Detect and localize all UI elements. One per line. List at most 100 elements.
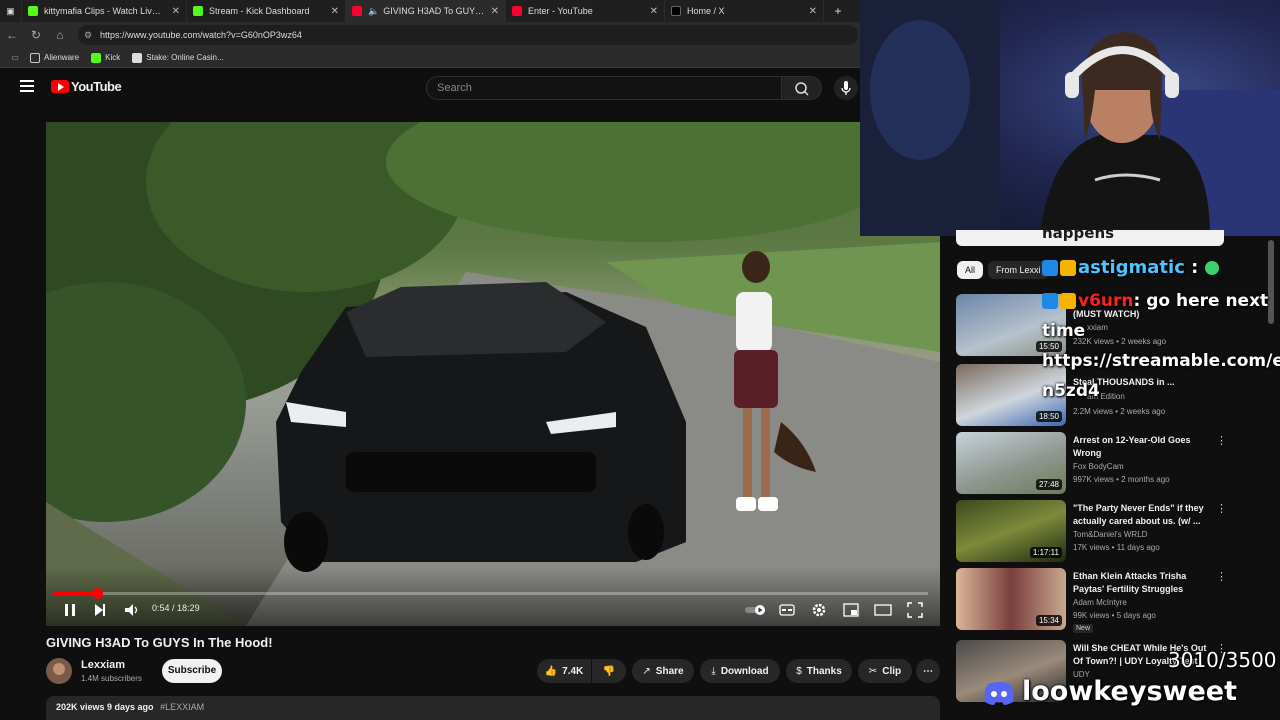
chat-message: astigmatic :: [1042, 257, 1219, 278]
recommendation-item[interactable]: 1:17:11 "The Party Never Ends" if they a…: [956, 500, 1256, 562]
recommendation-item[interactable]: 18:50 Steal THOUSANDS in ... am Edition …: [956, 364, 1256, 426]
recommendation-item[interactable]: 15:34 Ethan Klein Attacks Trisha Paytas'…: [956, 568, 1256, 633]
youtube-favicon-icon: [352, 6, 362, 16]
microphone-icon: [841, 81, 851, 95]
share-button[interactable]: ↗ Share: [632, 659, 694, 683]
moderator-badge-icon: [1042, 293, 1058, 309]
controls-gradient: [46, 566, 940, 626]
tab-enter-youtube[interactable]: Enter - YouTube ✕: [506, 0, 665, 22]
scissors-icon: ✂: [868, 665, 878, 677]
back-icon[interactable]: ←: [0, 28, 24, 42]
next-video-button[interactable]: [90, 600, 110, 620]
close-tab-icon[interactable]: ✕: [491, 6, 499, 17]
close-tab-icon[interactable]: ✕: [331, 6, 339, 17]
download-button[interactable]: ⤓ Download: [700, 659, 780, 683]
close-tab-icon[interactable]: ✕: [172, 6, 180, 17]
speaker-icon[interactable]: 🔈: [368, 6, 379, 17]
tab-home-x[interactable]: Home / X ✕: [665, 0, 824, 22]
youtube-logo-icon[interactable]: [51, 80, 69, 93]
tab-kick-dashboard[interactable]: Stream - Kick Dashboard ✕: [187, 0, 346, 22]
bookmark-stake[interactable]: Stake: Online Casin...: [132, 52, 224, 63]
more-actions-button[interactable]: ⋯: [916, 659, 940, 683]
pause-button[interactable]: [60, 600, 80, 620]
volume-button[interactable]: [122, 600, 142, 620]
video-player[interactable]: 0:54 / 18:29: [46, 122, 940, 626]
thanks-button[interactable]: $ Thanks: [786, 659, 852, 683]
more-vertical-icon[interactable]: ⋮: [1216, 570, 1227, 583]
video-thumbnail[interactable]: 15:34: [956, 568, 1066, 630]
close-tab-icon[interactable]: ✕: [809, 6, 817, 17]
video-thumbnail[interactable]: 1:17:11: [956, 500, 1066, 562]
discord-icon: [982, 680, 1016, 706]
recommendation-item[interactable]: 27:48 Arrest on 12-Year-Old Goes Wrong F…: [956, 432, 1256, 494]
x-favicon-icon: [671, 6, 681, 16]
chat-link: https://streamable.com/e: [1042, 351, 1280, 371]
sidebar-toggle-icon[interactable]: ▭: [0, 53, 30, 62]
bookmark-kick[interactable]: Kick: [91, 52, 120, 63]
sub-goal-counter: 3010/3500: [1168, 648, 1277, 672]
reload-icon[interactable]: ↻: [24, 28, 48, 42]
stake-favicon-icon: [132, 52, 143, 63]
description-box[interactable]: 202K views 9 days ago #LEXXIAM: [46, 696, 940, 720]
kick-favicon-icon: [193, 6, 203, 16]
bookmark-alienware[interactable]: Alienware: [30, 52, 79, 63]
captions-button[interactable]: [777, 600, 797, 620]
youtube-logo-text[interactable]: YouTube: [71, 79, 122, 94]
bookmarks-bar: ▭ Alienware Kick Stake: Online Casin...: [0, 48, 860, 68]
dislike-button[interactable]: 👎: [592, 659, 626, 683]
theater-mode-button[interactable]: [873, 600, 893, 620]
thumbs-up-icon: 👍: [544, 665, 558, 677]
more-vertical-icon[interactable]: ⋮: [1216, 434, 1227, 447]
close-tab-icon[interactable]: ✕: [650, 6, 658, 17]
voice-search-button[interactable]: [834, 76, 858, 100]
skip-next-icon: [95, 604, 105, 616]
kick-favicon-icon: [28, 6, 38, 16]
sidebar-scrollbar[interactable]: [1268, 240, 1274, 324]
new-badge: New: [1073, 624, 1094, 633]
search-button[interactable]: [782, 76, 822, 100]
hamburger-menu-icon[interactable]: [20, 80, 34, 92]
like-button[interactable]: 👍 7.4K: [537, 659, 591, 683]
channel-name[interactable]: Lexxiam: [81, 659, 125, 671]
chat-colon: :: [1184, 257, 1205, 278]
progress-scrubber-handle[interactable]: [91, 588, 103, 599]
subscribe-button[interactable]: Subscribe: [162, 659, 222, 683]
captions-icon: [779, 604, 795, 616]
site-info-icon[interactable]: ⚙: [84, 25, 92, 45]
video-timecode: 0:54 / 18:29: [152, 603, 200, 613]
kick-favicon-icon: [91, 52, 102, 63]
chip-all[interactable]: All: [957, 261, 984, 279]
video-frame: [46, 122, 940, 626]
search-input[interactable]: Search: [426, 76, 782, 100]
subscriber-count: 1.4M subscribers: [81, 674, 142, 683]
tab-kick-clips[interactable]: kittymafia Clips - Watch Live on K ✕: [22, 0, 187, 22]
more-vertical-icon[interactable]: ⋮: [1216, 502, 1227, 515]
thumbs-down-icon: 👎: [602, 665, 616, 677]
url-field[interactable]: ⚙ https://www.youtube.com/watch?v=G60nOP…: [78, 25, 858, 45]
autoplay-toggle[interactable]: [744, 600, 768, 620]
browser-tab-bar: ▣ kittymafia Clips - Watch Live on K ✕ S…: [0, 0, 860, 22]
settings-button[interactable]: [809, 600, 829, 620]
chat-message-wrap: time: [1042, 321, 1086, 341]
crown-badge-icon: [1060, 260, 1076, 276]
gear-icon: [812, 603, 826, 617]
chat-previous-message: happens: [1042, 224, 1115, 242]
new-tab-button[interactable]: +: [824, 0, 852, 22]
miniplayer-icon: [843, 603, 859, 617]
share-icon: ↗: [642, 665, 651, 677]
youtube-favicon-icon: [512, 6, 522, 16]
thanks-icon: $: [796, 665, 802, 677]
chat-link-wrap: n5zd4: [1042, 381, 1100, 401]
tab-strip-menu-icon[interactable]: ▣: [0, 0, 22, 22]
clip-button[interactable]: ✂ Clip: [858, 659, 912, 683]
home-icon[interactable]: ⌂: [48, 28, 72, 42]
fullscreen-icon: [907, 602, 923, 618]
miniplayer-button[interactable]: [841, 600, 861, 620]
chip-from-channel[interactable]: From Lexxi: [988, 261, 1049, 279]
channel-avatar[interactable]: [46, 658, 72, 684]
video-thumbnail[interactable]: 27:48: [956, 432, 1066, 494]
fullscreen-button[interactable]: [905, 600, 925, 620]
tab-youtube-video[interactable]: 🔈 GIVING H3AD To GUYS In Th ✕: [346, 0, 506, 22]
video-progress-bar[interactable]: [54, 588, 928, 599]
emote-icon: [1204, 261, 1219, 275]
